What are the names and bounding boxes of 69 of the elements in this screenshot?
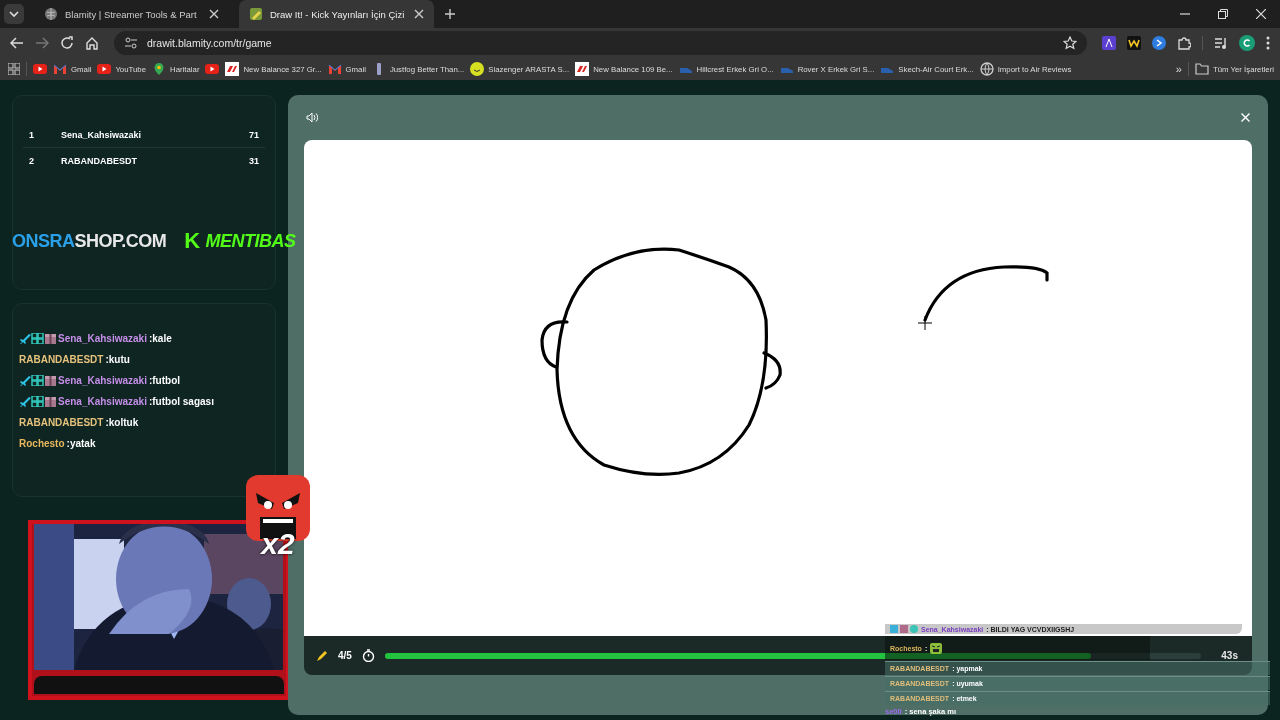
map-pin-icon [152,62,166,76]
forward-icon[interactable] [35,36,49,50]
badges-icon [890,625,918,633]
reload-icon[interactable] [60,36,74,50]
chat-message: :kutu [105,354,130,365]
pencil-icon [249,7,263,21]
menu-icon[interactable] [1266,36,1270,50]
tab-title: Blamity | Streamer Tools & Part [65,8,198,20]
youtube-icon [97,62,112,76]
shoe-logo-icon [575,62,590,76]
new-tab-icon[interactable] [444,8,456,20]
address-bar[interactable]: drawit.blamity.com/tr/game [114,31,1087,55]
player-score: 31 [249,155,260,166]
rank-number: 1 [28,129,35,140]
extension-icon[interactable] [1152,36,1166,50]
chat-username: Sena_Kahsiwazaki [58,375,147,386]
chat-username: Rochesto [19,438,65,449]
player-name: Sena_Kahsiwazaki [61,129,143,140]
url-text: drawit.blamity.com/tr/game [147,37,272,49]
chat-message: :futbol [148,375,181,386]
browser-tab[interactable]: Blamity | Streamer Tools & Part [34,0,229,28]
browser-tab[interactable]: Draw It! - Kick Yayınları İçin Çizi [239,0,434,28]
mail-icon [327,62,342,76]
close-icon[interactable] [1256,9,1266,19]
globe-icon [44,7,58,21]
bookmark-youtube-icon[interactable] [205,62,220,76]
chat-username: RABANDABESDT [19,417,104,428]
media-icon[interactable] [1214,36,1228,50]
star-icon[interactable] [1063,36,1077,50]
tab-title: Draw It! - Kick Yayınları İçin Çizi [270,8,406,20]
more-bookmarks-button[interactable]: » [1175,63,1182,75]
tab-search-icon[interactable] [4,4,24,24]
close-icon[interactable] [414,9,424,19]
crosshair-cursor-icon [917,315,933,331]
chat-message: :koltuk [105,417,139,428]
emote-icon [930,642,943,654]
globe-icon [979,62,994,76]
round-counter: 4/5 [338,650,352,661]
chat-username: Sena_Kahsiwazaki [58,396,147,407]
smiley-icon [470,62,485,76]
extension-icon[interactable] [1102,36,1116,50]
kick-logo: K [184,228,200,254]
player-name: RABANDABESDT [61,155,138,166]
time-remaining: 43s [1221,650,1238,661]
apps-icon[interactable] [8,63,20,75]
chat-username: Sena_Kahsiwazaki [58,333,147,344]
chat-message: :kale [148,333,172,344]
timer-icon [361,649,375,662]
site-settings-icon[interactable] [124,36,138,50]
channel-name: MENTIBAS [205,230,296,252]
profile-icon[interactable] [1239,35,1255,51]
puzzle-icon[interactable] [1177,36,1191,50]
pencil-icon [316,649,328,662]
mail-icon [53,62,67,76]
shoe-logo-icon [225,62,240,76]
bookmark-youtube-icon[interactable] [33,62,47,76]
close-icon[interactable] [209,9,219,19]
restore-icon[interactable] [1218,9,1228,19]
home-icon[interactable] [85,36,99,50]
shop-logo-text: ONSRASHOP.COM [12,230,167,252]
sound-icon[interactable] [306,112,318,123]
chat-username: RABANDABESDT [19,354,104,365]
extension-icon[interactable] [1127,36,1141,50]
folder-icon [1194,63,1209,75]
chat-message: :yatak [66,438,96,449]
chat-message: :futbol sagası [148,396,214,407]
rank-number: 2 [28,155,35,166]
player-score: 71 [249,129,260,140]
back-icon[interactable] [10,36,24,50]
